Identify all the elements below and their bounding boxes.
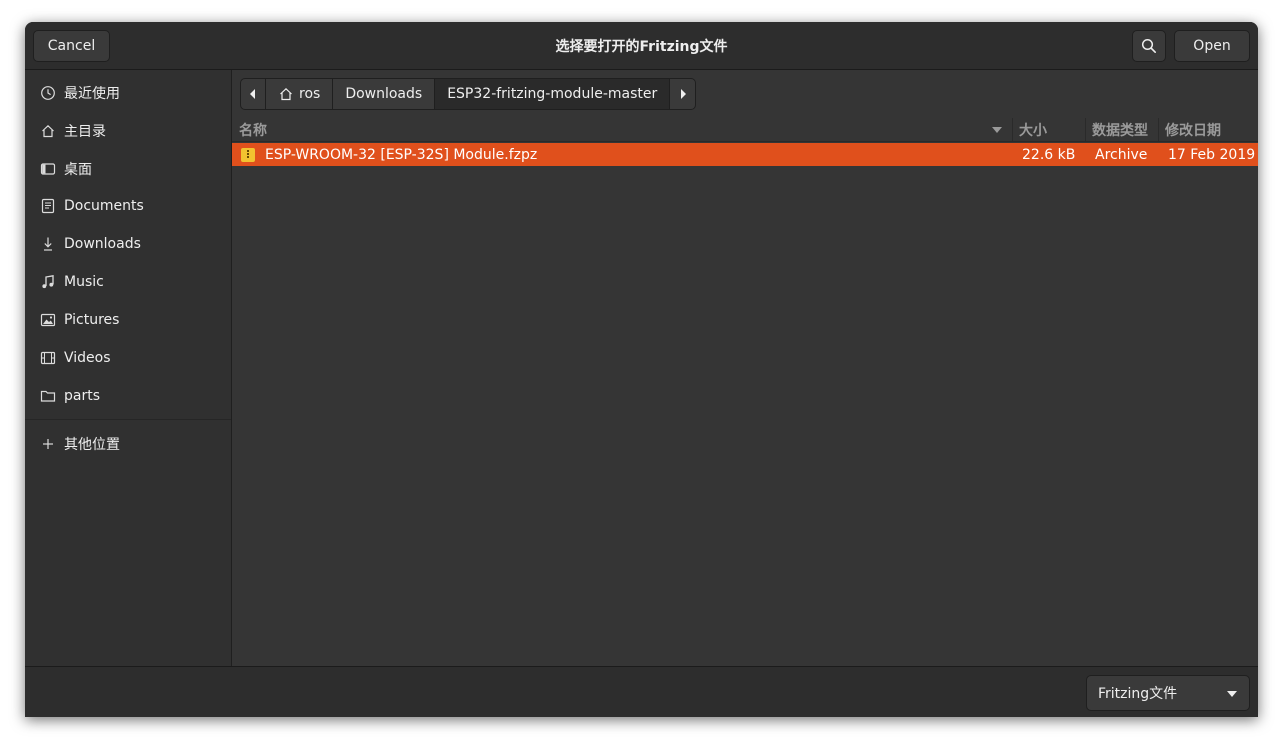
column-header-label: 数据类型 [1092, 123, 1148, 139]
path-back-button[interactable] [241, 79, 266, 109]
header-bar: Cancel 选择要打开的Fritzing文件 Open [25, 22, 1258, 70]
sidebar-item-other-locations[interactable]: 其他位置 [25, 425, 231, 463]
file-browser: ros Downloads ESP32-fritzing-module-mast… [232, 70, 1258, 666]
search-icon [1141, 38, 1156, 53]
column-headers: 名称 大小 数据类型 修改日期 [232, 118, 1258, 142]
sidebar-item-downloads[interactable]: Downloads [25, 225, 231, 263]
clock-icon [39, 84, 57, 102]
sidebar-item-label: parts [64, 388, 101, 404]
path-segment-label: Downloads [345, 86, 423, 102]
file-type-cell: Archive [1095, 146, 1148, 163]
sidebar-item-label: Videos [64, 350, 111, 366]
archive-icon [241, 147, 255, 162]
column-header-label: 修改日期 [1165, 123, 1221, 139]
path-segment-label: ros [299, 86, 321, 102]
path-segment-current[interactable]: ESP32-fritzing-module-master [435, 79, 671, 109]
file-modified-cell: 17 Feb 2019 [1168, 146, 1256, 163]
download-icon [39, 235, 57, 253]
column-header-label: 大小 [1019, 123, 1047, 139]
open-button[interactable]: Open [1174, 30, 1250, 62]
music-icon [39, 273, 57, 291]
sort-descending-icon [992, 127, 1002, 133]
sidebar-item-label: 最近使用 [64, 86, 120, 102]
video-icon [39, 349, 57, 367]
column-header-size[interactable]: 大小 [1013, 118, 1086, 142]
sidebar-item-label: Documents [64, 198, 144, 214]
column-header-label: 名称 [239, 123, 267, 139]
chevron-left-icon [250, 89, 255, 99]
sidebar-item-pictures[interactable]: Pictures [25, 301, 231, 339]
places-sidebar: 最近使用 主目录 桌面 Documents Downloads Music Pi… [25, 70, 232, 666]
file-name: ESP-WROOM-32 [ESP-32S] Module.fzpz [265, 146, 538, 163]
document-icon [39, 197, 57, 215]
sidebar-item-documents[interactable]: Documents [25, 187, 231, 225]
file-type-filter-dropdown[interactable]: Fritzing文件 [1086, 675, 1250, 711]
sidebar-item-videos[interactable]: Videos [25, 339, 231, 377]
sidebar-item-label: Music [64, 274, 104, 290]
picture-icon [39, 311, 57, 329]
plus-icon [39, 435, 57, 453]
sidebar-item-label: Pictures [64, 312, 120, 328]
filter-label: Fritzing文件 [1098, 686, 1178, 702]
chevron-right-icon [680, 89, 686, 99]
sidebar-item-music[interactable]: Music [25, 263, 231, 301]
path-bar: ros Downloads ESP32-fritzing-module-mast… [240, 78, 697, 110]
file-row[interactable]: ESP-WROOM-32 [ESP-32S] Module.fzpz 22.6 … [232, 143, 1258, 166]
column-header-type[interactable]: 数据类型 [1086, 118, 1159, 142]
path-forward-button[interactable] [670, 79, 695, 109]
path-segment-downloads[interactable]: Downloads [333, 79, 436, 109]
path-segment-label: ESP32-fritzing-module-master [447, 86, 658, 102]
search-button[interactable] [1132, 30, 1166, 62]
path-segment-home[interactable]: ros [266, 79, 334, 109]
sidebar-item-home[interactable]: 主目录 [25, 112, 231, 150]
home-icon [280, 87, 292, 101]
sidebar-item-recent[interactable]: 最近使用 [25, 74, 231, 112]
sidebar-item-label: 主目录 [64, 124, 106, 140]
sidebar-item-parts[interactable]: parts [25, 377, 231, 415]
folder-icon [39, 387, 57, 405]
column-header-modified[interactable]: 修改日期 [1159, 118, 1258, 142]
sidebar-item-label: Downloads [64, 236, 141, 252]
file-name-cell: ESP-WROOM-32 [ESP-32S] Module.fzpz [241, 143, 1001, 166]
chevron-down-icon [1227, 691, 1237, 697]
cancel-button[interactable]: Cancel [33, 30, 110, 62]
home-icon [39, 122, 57, 140]
column-header-name[interactable]: 名称 [232, 118, 1013, 142]
footer-bar: Fritzing文件 [25, 666, 1258, 717]
sidebar-item-desktop[interactable]: 桌面 [25, 150, 231, 188]
sidebar-item-label: 桌面 [64, 162, 92, 178]
file-size-cell: 22.6 kB [1022, 146, 1076, 163]
dialog-title: 选择要打开的Fritzing文件 [555, 39, 728, 55]
sidebar-item-label: 其他位置 [64, 437, 120, 453]
file-chooser-dialog: Cancel 选择要打开的Fritzing文件 Open 最近使用 主目录 桌面… [25, 22, 1258, 717]
sidebar-separator [25, 419, 231, 420]
desktop-icon [39, 160, 57, 178]
